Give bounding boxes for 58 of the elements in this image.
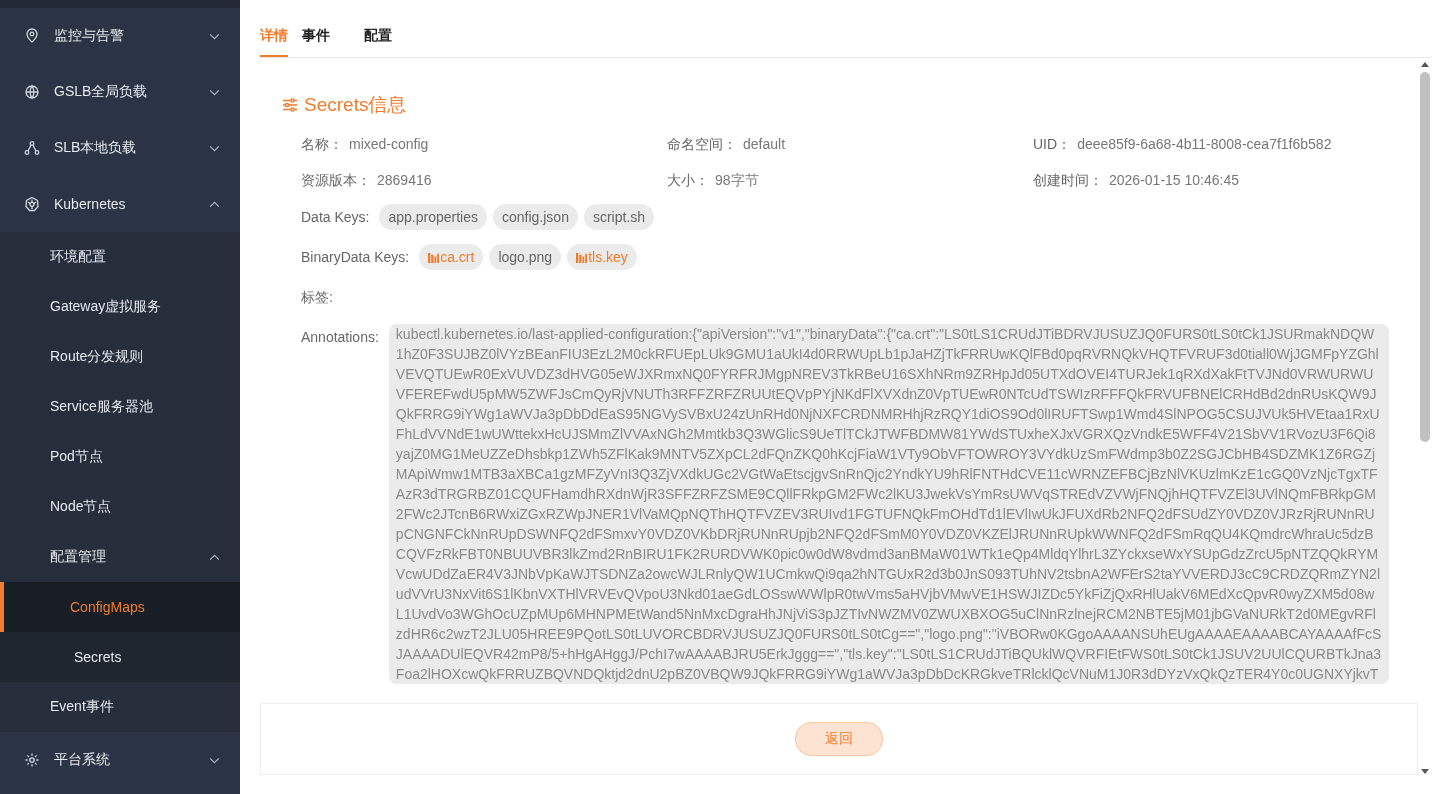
field-label: Annotations: xyxy=(301,328,379,347)
menu-item[interactable]: Pod节点 xyxy=(0,432,240,482)
menu-item[interactable]: 平台系统 xyxy=(0,732,240,788)
bars-icon xyxy=(576,251,588,263)
field-label: 资源版本： xyxy=(301,172,371,190)
field-value: 2026-01-15 10:46:45 xyxy=(1109,172,1239,190)
field-value: default xyxy=(743,136,786,154)
chevron-down-icon xyxy=(209,32,220,40)
section-title: Secrets信息 xyxy=(304,93,407,117)
field-label: Data Keys: xyxy=(301,208,370,227)
menu-item[interactable]: Node节点 xyxy=(0,482,240,532)
chevron-up-icon xyxy=(209,200,220,208)
menu-item[interactable]: Route分发规则 xyxy=(0,332,240,382)
menu-item[interactable]: Service服务器池 xyxy=(0,382,240,432)
scroll-down-icon[interactable] xyxy=(1421,769,1429,774)
menu-item[interactable]: 环境配置 xyxy=(0,232,240,282)
chevron-up-icon xyxy=(209,553,220,561)
field-label: 标签: xyxy=(301,288,333,307)
field-value: deee85f9-6a68-4b11-8008-cea7f1f6b582 xyxy=(1077,136,1332,154)
menu-item[interactable]: Kubernetes xyxy=(0,176,240,232)
menu-item[interactable]: 配置管理 xyxy=(0,532,240,582)
key-tag: script.sh xyxy=(583,204,655,230)
menu-item[interactable]: SLB本地负载 xyxy=(0,120,240,176)
key-tag: config.json xyxy=(493,204,578,230)
chevron-down-icon xyxy=(209,756,220,764)
key-tag: app.properties xyxy=(379,204,487,230)
tab[interactable]: 配置 xyxy=(364,0,412,57)
field-label: BinaryData Keys: xyxy=(301,248,410,267)
field-value: 2869416 xyxy=(377,172,432,190)
scroll-up-icon[interactable] xyxy=(1421,62,1429,67)
gear-icon xyxy=(24,752,40,768)
key-tag: logo.png xyxy=(489,244,562,270)
field-label: 命名空间： xyxy=(667,136,737,154)
sliders-icon xyxy=(282,97,298,113)
key-tag: tls.key xyxy=(567,244,637,270)
field-label: 创建时间： xyxy=(1033,172,1103,190)
bars-icon xyxy=(428,251,440,263)
scrollbar[interactable] xyxy=(1418,62,1432,774)
menu-item[interactable]: ConfigMaps xyxy=(0,582,240,632)
field-label: 名称： xyxy=(301,136,343,154)
annotations-text: kubectl.kubernetes.io/last-applied-configuration:{"apiVersion":"v1","binaryData":{"ca.crt":"LS0tLS1CRUdJTiBDRVJUSUZJQ0FURS0tLS0tCk1JSURmakNDQW1hZ0F3SUJBZ0lVYzBEanFIU3EzL2M0ckRFUEpLUk9GMU1aUkI4d0RRWUpLb1pJaHZjTkFRRUwKQlFBd0pqRVRNQkVHQTFVRUF3d0tiall0WjJGMFpYZGhlVEVQTUEwR0ExVUVDZ3dHVG05eWJXRmxNQ0FYRFRJMgpNREV3TkRBeU16SXhNRm9ZRHpJd05UTXdOVEI4TURJek1qRXdXakFtTVJNd0VRWURWUVFEREFwdU5pMW5ZWFJsCmQyRjVNUTh3RFFZRFZRUUtEQVpPYjNKdFlXVXdnZ0VpTUEwR0NTcUdTSWIzRFFFQkFRVUFBNElCRHdBd2dnRUsKQW9JQkFRRG9iYWg1aWVJa3pDbDdEaS95NGVySVBxU24zUnRHd0NjNXFCRDNMRHhjRzRQY1diOS9Od0lIRUFTSwp1Wmd4SlNPOG5CSUJVUk5HVEtaa1RxUFhLdVVNdE1wUWttekxHcUJSMmZlVVAxNGh2Mmtkb3Q3WGlicS9UeTlTCkJTWFBDMW81YWdSTUxheXJxVGRXQzVndkE5WFF4V21SbVV1RVozU3F6Qi8yajZ0MG1MeUZZeDhsbkp1ZWh5ZFlKak9MNTV5ZXpCL2dFQnZKQ0hKcjFiaW1VTy9ObVFTOWROY3VYdkUzSmFWdmp3b0Z2SGJCbHB4SDZMK1Z6RGZjMApiWmw1MTB3aXBCa1gzMFZyVnI3Q3ZjVXdkUGc2VGtWaEtscjgvSnRnQjc2YndkYU9hRlFNTHdCVE11cWRNZEFBCjBzNlVKUzlmKzE1cGQ0VzNjcTgxTFAzR3dTRGRBZ01CQUFHamdhRXdnWjR3SFFZRFZSME9CQllFRkpGM2FWc2lKU3JwekVsYmRsUWVqSTREdVZVWjFNQjhHQTFVZEl3UVlNQmFBRkpGM2FWc2JTcnB6RWxiZGxRZWpJNER1VlVaMQpNQThHQTFVZEV3RUIvd1FGTUFNQkFmOHdTd1lEVlIwUkJFUXdRb2NFQ2dFSUdZY0VDZ0VJRzRjRUNnRUpCNGNFCkNnRUpDSWNFQ2dFSmxvY0VDZ0VKbDRjRUNnRUpjb2NFQ2dFSmM0Y0VDZ0VKZElJRUNnRUpkWWNFQ2dFSmRqQU4KQmdrcWhraUc5dzBCQVFzRkFBT0NBUUVBR3lkZmd2RnBIRU1FK2RURDVWK0pic0w0dW8vdmd3anBMaW01WTk1eQp4MldqYlhrL3ZYckxseWxYSUpGdzZrcU5pNTZQQkRYMVcwUDdZaER4V3JNbVpKaWJTSDNZa2owcWJLRnlyQW1UCmkwQi9qa2hNTGUxR2d3b0JnS093TUhNV2tsbnA2WFErS2taYVVERDJ3cC9CRDZQRmZYN2ludVVrU3NxVit6S1lKbnVXTHlVRVEvQVpoU3Nkd01aeGdLOSswWWlpR0twVms5aHVjbVMwVE1HSWJIZDc5YkFiZjQxRHlUakV6MEdXcQpvR0wyZXM5d08wL1UvdVo3WGhOcUZpMUp6MHNPMEtWand5NnMxcDgraHhJNjViS3pJZTIvNWZMV0ZWUXBXOG5uClNnRzlnejRCM2NBTE5jM01jbGVaNURkT2d0MEgvRFlzdHR6c2wzT2JLU05HREE9PQotLS0tLUVORCBDRVJUSUZJQ0FURS0tLS0tCg==","logo.png":"iVBORw0KGgoAAAANSUhEUgAAAAEAAAABCAYAAAAfFcSJAAAADUlEQVR42mP8/5+hHgAHggJ/PchI7wAAAABJRU5ErkJggg==","tls.key":"LS0tLS1CRUdJTiBQUklWQVRFIEtFWS0tLS0tCk1JSUV2UUlCQURBTkJna3Foa2lHOXcwQkFRRUZBQVNDQktjd2dnU2pBZ0VBQW9JQkFRRG9iYWg1aWVJa3pDbDcKRGkveTRlcklQcVNuM1J0R3dDYzVxQkQzTER4Y0c0UGNXYjkvT xyxy=(388,324,1389,684)
field-label: UID： xyxy=(1033,136,1072,154)
wheel-icon xyxy=(24,196,40,212)
menu-item[interactable]: Secrets xyxy=(0,632,240,682)
tab[interactable]: 事件 xyxy=(302,0,350,57)
menu-item[interactable]: GSLB全局负载 xyxy=(0,64,240,120)
menu-item[interactable]: 监控与告警 xyxy=(0,8,240,64)
key-tag: ca.crt xyxy=(419,244,484,270)
field-value: 98字节 xyxy=(715,172,759,190)
field-label: 大小： xyxy=(667,172,709,190)
menu-item[interactable]: Event事件 xyxy=(0,682,240,732)
chevron-down-icon xyxy=(209,144,220,152)
globe-icon xyxy=(24,84,40,100)
pin-icon xyxy=(24,28,40,44)
field-value: mixed-config xyxy=(349,136,429,154)
menu-item[interactable]: Gateway虚拟服务 xyxy=(0,282,240,332)
nodes-icon xyxy=(24,140,40,156)
chevron-down-icon xyxy=(209,88,220,96)
